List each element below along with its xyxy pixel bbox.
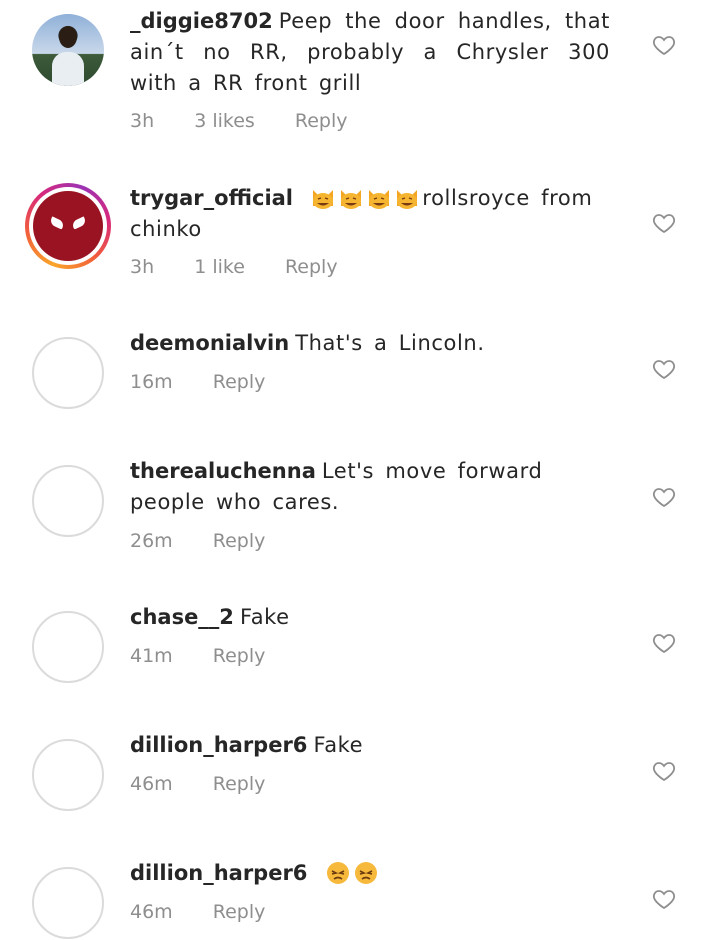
avatar[interactable] — [25, 183, 111, 269]
comment-username[interactable]: dillion_harper6 — [130, 733, 307, 757]
heart-icon[interactable] — [652, 759, 676, 783]
comment-username[interactable]: _diggie8702 — [130, 9, 273, 33]
reply-button[interactable]: Reply — [213, 371, 266, 393]
avatar-inner — [29, 187, 107, 265]
reply-button[interactable]: Reply — [285, 256, 338, 278]
comment-body: dillion_harper6 Fake — [130, 730, 610, 761]
heart-icon[interactable] — [652, 485, 676, 509]
reply-button[interactable]: Reply — [213, 530, 266, 552]
comment-username[interactable]: dillion_harper6 — [130, 861, 307, 885]
comment-time: 41m — [130, 645, 173, 667]
mask-eye-icon — [48, 216, 66, 230]
mask-eye-icon — [70, 216, 88, 230]
comment-text: Fake — [239, 605, 290, 629]
face-emoji-group — [325, 861, 381, 885]
persevering-face-icon — [354, 862, 377, 884]
comment-time: 46m — [130, 773, 173, 795]
heart-icon[interactable] — [652, 357, 676, 381]
comment-username[interactable]: trygar_official — [130, 186, 293, 210]
cat-emoji-group — [310, 186, 422, 210]
grinning-cat-icon — [397, 190, 418, 209]
heart-icon[interactable] — [652, 211, 676, 235]
comment-time: 3h — [130, 256, 155, 278]
comment-time: 46m — [130, 901, 173, 923]
reply-button[interactable]: Reply — [213, 645, 266, 667]
grinning-cat-icon — [341, 190, 362, 209]
comment-meta: 46m Reply — [130, 901, 299, 923]
comment-meta: 16m Reply — [130, 371, 299, 393]
comment-body: dillion_harper6 — [130, 858, 610, 889]
avatar[interactable] — [32, 14, 104, 86]
comment-body: therealuchenna Let's move forward people … — [130, 456, 610, 518]
reply-button[interactable]: Reply — [213, 901, 266, 923]
comment-likes[interactable]: 3 likes — [194, 110, 255, 132]
persevering-face-icon — [326, 862, 349, 884]
comment-body: _diggie8702 Peep the door handles, that a… — [130, 6, 610, 99]
heart-icon[interactable] — [652, 33, 676, 57]
comment-text: Fake — [313, 733, 364, 757]
avatar-head — [59, 26, 77, 48]
avatar[interactable] — [32, 867, 104, 939]
avatar[interactable] — [32, 611, 104, 683]
heart-icon[interactable] — [652, 887, 676, 911]
comment-time: 3h — [130, 110, 155, 132]
comment-body: chase__2 Fake — [130, 602, 610, 633]
grinning-cat-icon — [313, 190, 334, 209]
reply-button[interactable]: Reply — [213, 773, 266, 795]
comment-time: 26m — [130, 530, 173, 552]
comment-username[interactable]: chase__2 — [130, 605, 234, 629]
comment-body: trygar_official rollsroyce from chinko — [130, 183, 610, 245]
avatar[interactable] — [32, 337, 104, 409]
grinning-cat-icon — [369, 190, 390, 209]
comment-meta: 26m Reply — [130, 530, 299, 552]
comment-username[interactable]: therealuchenna — [130, 459, 316, 483]
comment-meta: 3h 1 like Reply — [130, 256, 372, 278]
avatar-shirt — [52, 52, 84, 86]
reply-button[interactable]: Reply — [295, 110, 348, 132]
comment-body: deemonialvin That's a Lincoln. — [130, 328, 610, 359]
avatar[interactable] — [32, 739, 104, 811]
comment-likes[interactable]: 1 like — [194, 256, 245, 278]
comment-meta: 46m Reply — [130, 773, 299, 795]
comment-username[interactable]: deemonialvin — [130, 331, 289, 355]
comment-text: That's a Lincoln. — [295, 331, 485, 355]
avatar-picture — [33, 191, 103, 261]
comment-meta: 41m Reply — [130, 645, 299, 667]
comment-meta: 3h 3 likes Reply — [130, 110, 381, 132]
avatar[interactable] — [32, 465, 104, 537]
comment-time: 16m — [130, 371, 173, 393]
heart-icon[interactable] — [652, 631, 676, 655]
